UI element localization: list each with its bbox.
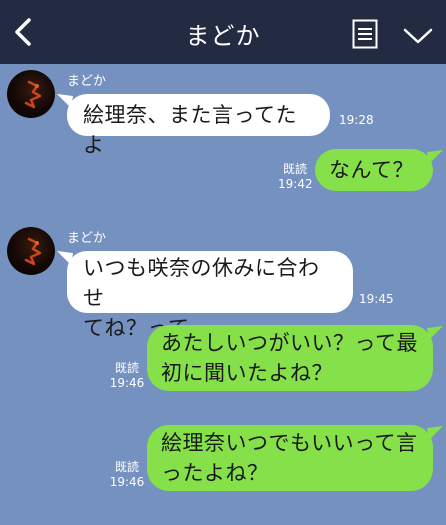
read-label: 既読 bbox=[114, 460, 139, 474]
message-text: 絵理奈、また言ってたよ bbox=[83, 103, 297, 157]
sender-name: まどか bbox=[67, 74, 107, 89]
avatar[interactable] bbox=[7, 70, 55, 118]
message-time: 19:46 bbox=[109, 376, 145, 390]
read-status: 既読 19:46 bbox=[109, 460, 145, 490]
bubble-tail bbox=[427, 150, 443, 164]
bubble-tail bbox=[427, 426, 443, 440]
read-label: 既読 bbox=[114, 361, 139, 375]
message-bubble[interactable]: あたしいつがいい？って最 初に聞いたよね？ bbox=[147, 325, 433, 391]
message-time: 19:28 bbox=[339, 113, 374, 127]
read-label: 既読 bbox=[282, 162, 307, 176]
sender-name: まどか bbox=[67, 231, 107, 246]
message-bubble[interactable]: いつも咲奈の休みに合わせ てね？って bbox=[67, 251, 353, 340]
message-bubble[interactable]: なんて？ bbox=[315, 149, 433, 191]
message-bubble[interactable]: 絵理奈、また言ってたよ bbox=[67, 94, 330, 157]
chat-title: まどか bbox=[185, 22, 261, 50]
chat-header: まどか bbox=[0, 0, 446, 64]
message-text-line: いつも咲奈の休みに合わせ bbox=[83, 256, 320, 310]
avatar-image bbox=[24, 80, 42, 109]
message-text-line: あたしいつがいい？って最 bbox=[161, 331, 418, 355]
avatar-image bbox=[24, 237, 42, 266]
message-text-line: ったよね？ bbox=[161, 461, 269, 485]
message-time: 19:46 bbox=[109, 475, 145, 489]
read-status: 既読 19:42 bbox=[278, 162, 313, 192]
bubble-tail bbox=[427, 326, 443, 340]
message-text-line: 初に聞いたよね？ bbox=[161, 361, 333, 385]
avatar[interactable] bbox=[7, 227, 55, 275]
chevron-down-icon[interactable] bbox=[402, 26, 434, 46]
message-time: 19:45 bbox=[359, 292, 394, 306]
note-icon[interactable] bbox=[352, 19, 378, 49]
message-time: 19:42 bbox=[278, 177, 313, 191]
message-text: なんて？ bbox=[329, 158, 414, 182]
read-status: 既読 19:46 bbox=[109, 361, 145, 391]
message-bubble[interactable]: 絵理奈いつでもいいって言 ったよね？ bbox=[147, 425, 433, 491]
message-text-line: 絵理奈いつでもいいって言 bbox=[161, 431, 418, 455]
